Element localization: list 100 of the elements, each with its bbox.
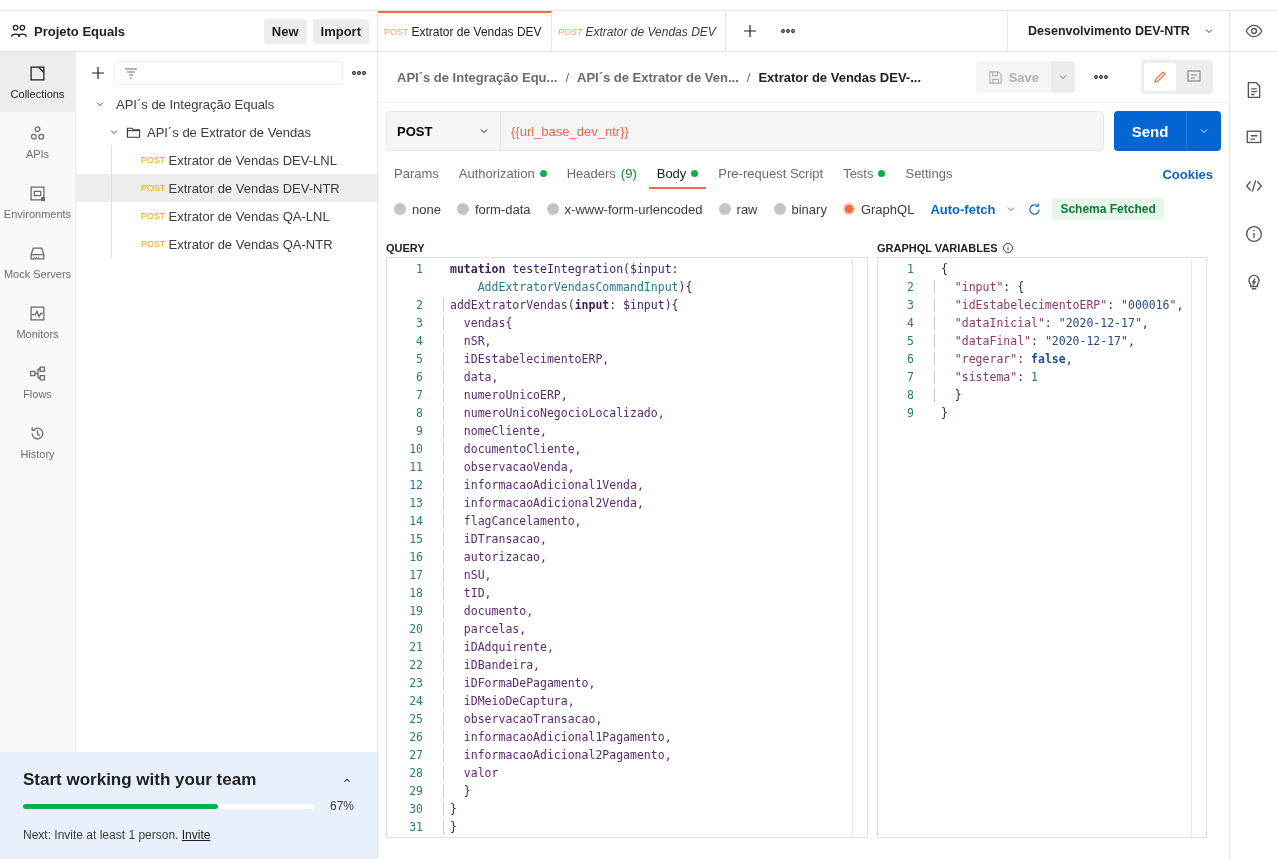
- line-number: 14: [408, 514, 423, 528]
- code-line: autorizacao,: [443, 550, 547, 564]
- code-line: "idEstabelecimentoERP": "000016",: [934, 298, 1184, 312]
- radio-icon[interactable]: [773, 203, 786, 215]
- breadcrumb-item[interactable]: API´s de Extrator de Ven...: [577, 69, 739, 85]
- request-section-tab[interactable]: Tests: [835, 159, 894, 189]
- line-number: 12: [408, 478, 423, 492]
- code-line: data,: [443, 370, 499, 384]
- line-number: 10: [408, 442, 423, 456]
- radio-icon[interactable]: [456, 203, 469, 215]
- request-section-tab[interactable]: Pre-request Script: [710, 159, 832, 189]
- code-line: observacaoVenda,: [443, 460, 575, 474]
- request-tab[interactable]: POST Extrator de Vendas DEV: [552, 11, 726, 51]
- line-number: 9: [906, 406, 914, 420]
- code-editor[interactable]: 1 { 2 "input": { 3 "idEstabelecimentoERP": "000016", 4 "dataInicial": "2020-12-17", 5 "dataFinal": "2020-12-17", 6 "regerar": false, 7 "sistema": 1 8 } 9 }: [877, 257, 1207, 838]
- cookies-link[interactable]: Cookies: [1162, 159, 1221, 189]
- nav-item[interactable]: Flows: [0, 352, 75, 412]
- breadcrumb-item[interactable]: API´s de Integração Equ...: [397, 69, 558, 85]
- history-icon: [29, 424, 46, 442]
- request-tab[interactable]: POST Extrator de Vendas DEV: [378, 11, 552, 51]
- request-section-tab[interactable]: Params: [386, 159, 447, 189]
- progress-percent: 67%: [329, 799, 354, 813]
- team-icon: [10, 22, 28, 40]
- radio-icon[interactable]: [842, 203, 855, 215]
- filter-field[interactable]: [114, 61, 343, 85]
- code-icon[interactable]: [1245, 177, 1263, 195]
- request-item[interactable]: POST Extrator de Vendas DEV-NTR: [76, 174, 377, 202]
- line-number: 13: [408, 496, 423, 510]
- lightbulb-icon[interactable]: [1245, 273, 1263, 291]
- code-line: {: [940, 262, 948, 276]
- eye-icon[interactable]: [1245, 22, 1263, 40]
- editor-title: GRAPHQL VARIABLES: [877, 241, 998, 254]
- environments-icon: [29, 184, 46, 202]
- line-number: 11: [408, 460, 423, 474]
- line-number: 1: [415, 262, 423, 276]
- info-icon[interactable]: [1245, 225, 1263, 243]
- line-number: 27: [408, 748, 423, 762]
- request-item[interactable]: POST Extrator de Vendas QA-NTR: [76, 230, 377, 258]
- body-type-radio[interactable]: binary: [773, 201, 827, 217]
- nav-item[interactable]: APIs: [0, 112, 75, 172]
- collection-item[interactable]: API´s de Integração Equals: [76, 90, 377, 118]
- workspace-button[interactable]: Import: [312, 18, 369, 44]
- body-type-radio[interactable]: none: [394, 201, 441, 217]
- auto-fetch-select[interactable]: Auto-fetch: [930, 201, 996, 217]
- body-type-radio[interactable]: GraphQL: [842, 201, 915, 217]
- environment-select[interactable]: Desenvolvimento DEV-NTR: [1007, 11, 1229, 51]
- code-line: }: [443, 820, 457, 834]
- code-line: AddExtratorVendasCommandInput){: [476, 280, 693, 294]
- code-line: }: [443, 802, 457, 816]
- body-type-radio[interactable]: x-www-form-urlencoded: [546, 201, 703, 217]
- line-number: 6: [906, 352, 914, 366]
- save-icon: [987, 69, 1003, 85]
- code-line: "input": {: [934, 280, 1025, 294]
- code-line: nSU,: [443, 568, 492, 582]
- document-icon[interactable]: [1245, 81, 1263, 99]
- nav-item[interactable]: Environments: [0, 172, 75, 232]
- line-number: 4: [906, 316, 914, 330]
- collections-icon: [29, 64, 46, 82]
- code-line: documentoCliente,: [443, 442, 582, 456]
- folder-item[interactable]: API´s de Extrator de Vendas: [76, 118, 377, 146]
- workspace-title: Projeto Equals: [34, 23, 127, 39]
- refresh-icon[interactable]: [1027, 201, 1043, 217]
- radio-icon[interactable]: [546, 203, 559, 215]
- code-line: informacaoAdicional1Venda,: [443, 478, 644, 492]
- nav-item[interactable]: Collections: [0, 52, 75, 112]
- radio-icon[interactable]: [394, 203, 406, 215]
- request-section-tab[interactable]: Settings: [897, 159, 961, 189]
- line-number: 23: [408, 676, 423, 690]
- body-type-radio[interactable]: raw: [718, 201, 758, 217]
- body-type-radio[interactable]: form-data: [456, 201, 531, 217]
- nav-item[interactable]: Monitors: [0, 292, 75, 352]
- editor-title: QUERY: [386, 241, 425, 254]
- line-number: 7: [906, 370, 914, 384]
- nav-item[interactable]: Mock Servers: [0, 232, 75, 292]
- code-editor[interactable]: [386, 257, 868, 838]
- code-line: informacaoAdicional2Venda,: [443, 496, 644, 510]
- add-icon[interactable]: [742, 23, 758, 39]
- request-item[interactable]: POST Extrator de Vendas QA-LNL: [76, 202, 377, 230]
- line-number: 21: [408, 640, 423, 654]
- code-line: iDEstabelecimentoERP,: [443, 352, 610, 366]
- code-line: "dataFinal": "2020-12-17",: [934, 334, 1135, 348]
- pencil-icon[interactable]: [1152, 69, 1168, 85]
- request-section-tab[interactable]: Body: [648, 159, 707, 189]
- line-number: 5: [415, 352, 423, 366]
- radio-icon[interactable]: [718, 203, 731, 215]
- apis-icon: [29, 124, 46, 142]
- line-number: 31: [408, 820, 423, 834]
- line-number: 4: [415, 334, 423, 348]
- code-line: iDTransacao,: [443, 532, 547, 546]
- request-section-tab[interactable]: Headers (9): [558, 159, 645, 189]
- add-icon[interactable]: [90, 65, 106, 81]
- code-line: nomeCliente,: [443, 424, 547, 438]
- code-line: vendas{: [443, 316, 513, 330]
- code-line: parcelas,: [443, 622, 527, 636]
- line-number: 1: [906, 262, 914, 276]
- invite-link[interactable]: Invite: [181, 828, 211, 842]
- line-number: 3: [415, 316, 423, 330]
- nav-item[interactable]: History: [0, 412, 75, 472]
- workspace-button[interactable]: New: [263, 18, 307, 44]
- request-section-tab[interactable]: Authorization: [450, 159, 555, 189]
